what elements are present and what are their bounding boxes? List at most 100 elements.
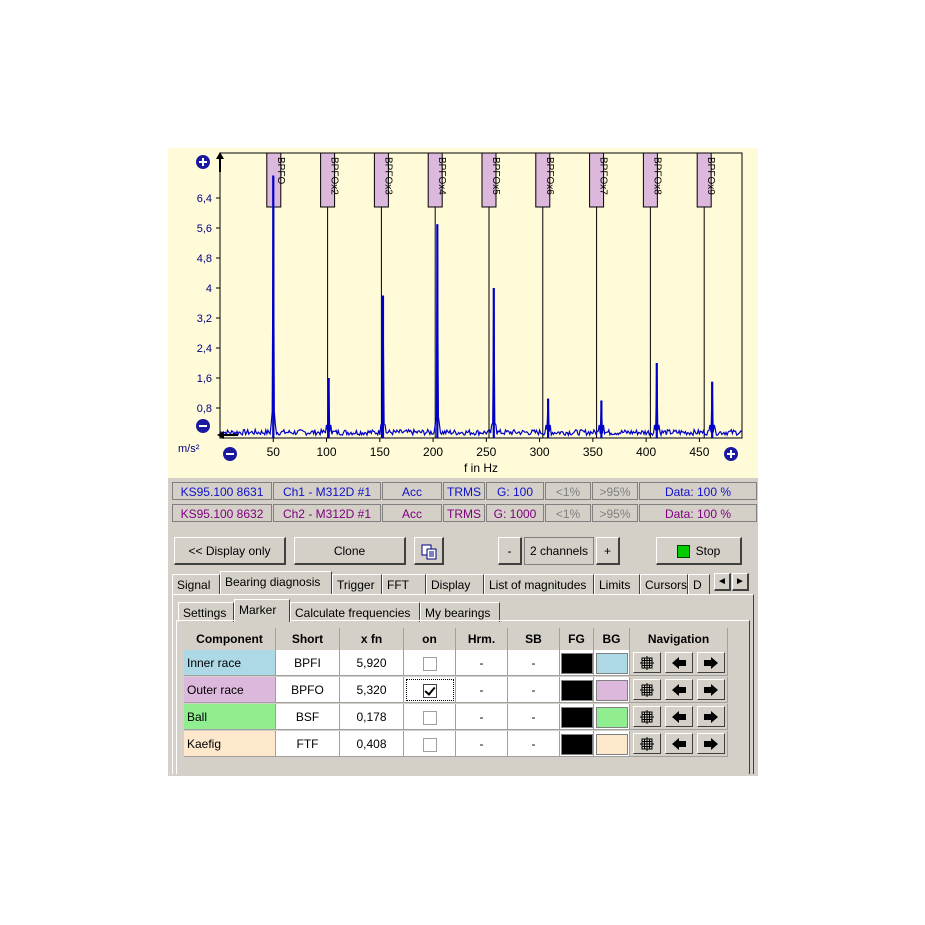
marker-label: BPFO [275,157,286,184]
component-short: BPFO [276,677,340,703]
arrow-right-icon [704,738,718,751]
tab-trigger[interactable]: Trigger [332,574,382,594]
display-only-button[interactable]: << Display only [174,537,286,565]
arrow-left-button[interactable] [665,706,693,727]
fg-color-swatch[interactable] [560,707,593,729]
x-tick-label: 100 [317,445,337,459]
bg-color-swatch[interactable] [595,734,628,756]
copy-icon [421,544,436,560]
channels-minus-button[interactable]: - [498,537,522,565]
channel-high: >95% [592,504,638,522]
on-checkbox[interactable] [422,683,437,698]
spectrum-chart-svg[interactable]: 0,8 1,6 2,4 3,2 4 4,8 5,6 6,4 50 100 150 200 250 300 3… [168,148,758,478]
crosshair-button[interactable] [633,706,661,727]
bg-color-swatch[interactable] [595,653,628,675]
sideband-value[interactable]: - [508,731,560,757]
on-cell[interactable] [404,704,456,730]
table-row[interactable]: Inner race BPFI 5,920 - - [184,650,728,676]
tab-fft[interactable]: FFT [382,574,426,594]
arrow-left-button[interactable] [665,733,693,754]
stop-label: Stop [695,544,721,558]
table-row[interactable]: Kaefig FTF 0,408 - - [184,731,728,757]
on-cell[interactable] [404,677,456,703]
channels-plus-button[interactable]: + [596,537,620,565]
bg-color-cell[interactable] [594,677,630,703]
sideband-value[interactable]: - [508,704,560,730]
bg-color-cell[interactable] [594,650,630,676]
x-zoom-in-icon[interactable] [724,447,738,461]
tab-signal[interactable]: Signal [172,574,220,594]
crosshair-button[interactable] [633,733,661,754]
harmonics-value[interactable]: - [456,650,508,676]
tab-scroll-right-icon[interactable]: ► [732,573,749,591]
sideband-value[interactable]: - [508,650,560,676]
component-xfn[interactable]: 5,320 [340,677,404,703]
bg-color-cell[interactable] [594,704,630,730]
component-short: FTF [276,731,340,757]
tab-list-of-magnitudes[interactable]: List of magnitudes [484,574,594,594]
fg-color-swatch[interactable] [560,734,593,756]
crosshair-button[interactable] [633,679,661,700]
stop-indicator-icon [676,545,690,559]
arrow-left-button[interactable] [665,652,693,673]
clone-button[interactable]: Clone [294,537,406,565]
subtab-marker[interactable]: Marker [234,599,290,622]
copy-button[interactable] [414,537,444,565]
fg-color-swatch[interactable] [560,680,593,702]
spectrum-chart[interactable]: 0,8 1,6 2,4 3,2 4 4,8 5,6 6,4 50 100 150 200 250 300 3… [168,148,758,478]
marker-label: BPFOx2 [329,157,340,195]
harmonics-value[interactable]: - [456,677,508,703]
on-checkbox[interactable] [422,710,437,725]
x-zoom-out-icon[interactable] [223,447,237,461]
bg-color-swatch[interactable] [595,707,628,729]
navigation-cell [630,731,728,757]
fg-color-cell[interactable] [560,650,594,676]
arrow-right-button[interactable] [697,679,725,700]
on-cell[interactable] [404,650,456,676]
harmonics-value[interactable]: - [456,704,508,730]
arrow-right-button[interactable] [697,733,725,754]
component-xfn[interactable]: 5,920 [340,650,404,676]
column-header-fg: FG [560,628,594,650]
marker-label: BPFOx3 [382,157,393,195]
fg-color-swatch[interactable] [560,653,593,675]
sideband-value[interactable]: - [508,677,560,703]
component-short: BPFI [276,650,340,676]
x-tick-label: 50 [267,445,281,459]
crosshair-icon [640,710,654,725]
y-zoom-out-icon[interactable] [196,419,210,433]
table-row[interactable]: Ball BSF 0,178 - - [184,704,728,730]
y-tick-label: 4,8 [197,253,212,265]
tab-limits[interactable]: Limits [594,574,640,594]
y-zoom-in-icon[interactable] [196,155,210,169]
tab-display[interactable]: Display [426,574,484,594]
fg-color-cell[interactable] [560,677,594,703]
channel-device: KS95.100 8631 [172,482,272,500]
crosshair-button[interactable] [633,652,661,673]
tab-cursors[interactable]: Cursors [640,574,688,594]
tab-bearing-diagnosis[interactable]: Bearing diagnosis [220,571,332,594]
tab-scroll-left-icon[interactable]: ◄ [714,573,731,591]
arrow-right-button[interactable] [697,652,725,673]
bg-color-cell[interactable] [594,731,630,757]
harmonics-value[interactable]: - [456,731,508,757]
component-xfn[interactable]: 0,408 [340,731,404,757]
arrow-right-button[interactable] [697,706,725,727]
component-xfn[interactable]: 0,178 [340,704,404,730]
component-name: Outer race [184,677,276,703]
marker-label: BPFOx4 [436,157,447,195]
stop-button[interactable]: Stop [656,537,742,565]
on-checkbox[interactable] [422,737,437,752]
fg-color-cell[interactable] [560,731,594,757]
on-cell[interactable] [404,731,456,757]
arrow-left-button[interactable] [665,679,693,700]
tab-d[interactable]: D [688,574,710,594]
table-row[interactable]: Outer race BPFO 5,320 - - [184,677,728,703]
on-checkbox[interactable] [422,656,437,671]
bg-color-swatch[interactable] [595,680,628,702]
column-header-short: Short [276,628,340,650]
channels-count: 2 channels [524,537,594,565]
channel-high: >95% [592,482,638,500]
x-tick-label: 400 [636,445,656,459]
fg-color-cell[interactable] [560,704,594,730]
